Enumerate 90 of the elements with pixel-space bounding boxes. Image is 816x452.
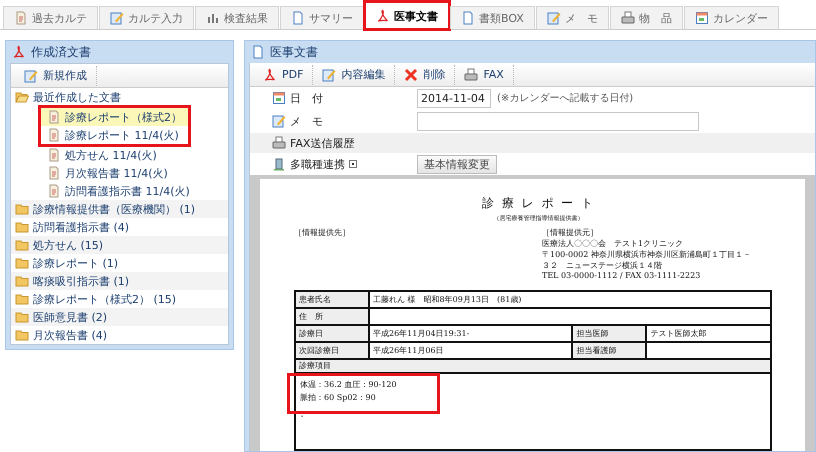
delete-icon [404, 68, 418, 82]
folder-item[interactable]: 処方せん (15) [11, 236, 228, 254]
document-icon [47, 110, 61, 124]
provider-line: 〒100-0002 神奈川県横浜市神奈川区新浦島町１丁目１－ [542, 249, 751, 260]
table-cell: 工藤れん 様 昭和8年09月13日 (81歳) [369, 291, 771, 308]
expand-icon[interactable] [349, 160, 357, 168]
folder-item[interactable]: 診療レポート (1) [11, 254, 228, 272]
folder-item[interactable]: 最近作成した文書 [11, 88, 228, 106]
folder-icon [15, 292, 29, 306]
tree-item[interactable]: 訪問看護指示書 11/4(火) [11, 182, 228, 200]
tab[interactable]: 書類BOX [450, 6, 535, 29]
row-header: 住 所 [295, 308, 369, 325]
row-header: 次回診療日 [295, 342, 369, 359]
table-cell: 平成26年11月06日 [369, 342, 572, 359]
folder-item[interactable]: 医師意見書 (2) [11, 308, 228, 326]
document-icon [47, 128, 61, 142]
calendar-icon [694, 11, 709, 25]
panel-title: 医事文書 [270, 44, 318, 60]
tab[interactable]: 物 品 [610, 6, 683, 29]
document-icon [47, 148, 61, 162]
tab[interactable]: カルテ入力 [99, 6, 194, 29]
recipient-label: ［情報提供先］ [294, 227, 351, 238]
document-title: 診 療 レ ポ ー ト [480, 195, 596, 212]
folder-icon [15, 202, 29, 216]
section-header: 診療項目 [294, 360, 772, 374]
tab[interactable]: 過去カルテ [3, 6, 98, 29]
date-field[interactable]: 2014-11-04 [417, 88, 491, 108]
table-cell: 平成26年11月04日19:31- [369, 325, 572, 342]
provider-line: 医療法人〇〇〇会 テスト1クリニック [542, 238, 684, 249]
building-icon [272, 157, 286, 171]
memo-field[interactable] [417, 112, 699, 130]
tab[interactable]: 検査結果 [195, 6, 279, 29]
table-cell: テスト医師太郎 [646, 325, 771, 342]
printer-icon [464, 68, 478, 82]
vitals-text: 脈拍：60 Sp02：90 [300, 392, 377, 403]
tree-item[interactable]: 診療レポート（様式2） [41, 108, 188, 126]
pdf-icon [12, 45, 26, 59]
folder-item[interactable]: 診療レポート（様式2） (15) [11, 290, 228, 308]
pdf-icon [376, 9, 390, 23]
folder-icon [15, 328, 29, 342]
folder-item[interactable]: 喀痰吸引指示書 (1) [11, 272, 228, 290]
document-icon [47, 166, 61, 180]
row-header: 診療日 [295, 325, 369, 342]
document-icon [14, 11, 28, 25]
tree-item[interactable]: 処方せん 11/4(火) [11, 146, 228, 164]
text-mark: ・ [298, 411, 307, 422]
edit-icon [24, 68, 38, 82]
row-header: 担当看護師 [572, 342, 646, 359]
tab[interactable]: カレンダー [684, 6, 779, 29]
toolbar-button[interactable]: FAX [455, 64, 514, 84]
row-header: 患者氏名 [295, 291, 369, 308]
pdf-icon [263, 68, 277, 82]
field-label: 多職種連携 [290, 156, 345, 172]
folder-item[interactable]: 診療情報提供書（医療機関） (1) [11, 200, 228, 218]
toolbar-button[interactable]: 削除 [395, 64, 456, 84]
folder-item[interactable]: 訪問看護指示書 (4) [11, 218, 228, 236]
folder-icon [15, 220, 29, 234]
fax-history-link[interactable]: FAX送信履歴 [290, 136, 354, 150]
provider-line: ３２ ニューステージ横浜１４階 [542, 260, 663, 271]
folder-icon [15, 238, 29, 252]
basic-info-button[interactable]: 基本情報変更 [417, 154, 497, 174]
folder-icon [15, 274, 29, 288]
tree-item[interactable]: 月次報告書 11/4(火) [11, 164, 228, 182]
tab[interactable]: 医事文書 [365, 2, 449, 29]
toolbar-button[interactable]: 内容編集 [313, 64, 396, 84]
tab[interactable]: サマリー [280, 6, 364, 29]
field-label: メ モ [290, 114, 323, 128]
printer-icon [272, 136, 286, 150]
folder-icon [15, 256, 29, 270]
calendar-icon [272, 91, 286, 105]
open-folder-icon [15, 90, 29, 104]
field-label: 日 付 [290, 90, 323, 106]
field-note: (※カレンダーへ記載する日付) [497, 92, 634, 105]
row-header: 担当医師 [572, 325, 646, 342]
panel-title: 作成済文書 [31, 44, 91, 60]
tree-item[interactable]: 診療レポート 11/4(火) [41, 126, 188, 144]
folder-item[interactable]: 月次報告書 (4) [11, 326, 228, 344]
bar-chart-icon [206, 11, 220, 25]
folder-icon [15, 310, 29, 324]
edit-icon [110, 11, 124, 25]
tab[interactable]: メ モ [536, 6, 609, 29]
document-icon [47, 184, 61, 198]
toolbar-button[interactable]: PDF [254, 64, 314, 84]
memo-icon [546, 11, 561, 25]
page-icon [251, 45, 265, 59]
provider-line: TEL 03-0000-1112 / FAX 03-1111-2223 [542, 271, 702, 280]
edit-icon [272, 114, 286, 128]
vitals-text: 体温：36.2 血圧：90-120 [300, 379, 397, 390]
edit-icon [322, 68, 336, 82]
provider-label: ［情報提供元］ [542, 227, 599, 238]
